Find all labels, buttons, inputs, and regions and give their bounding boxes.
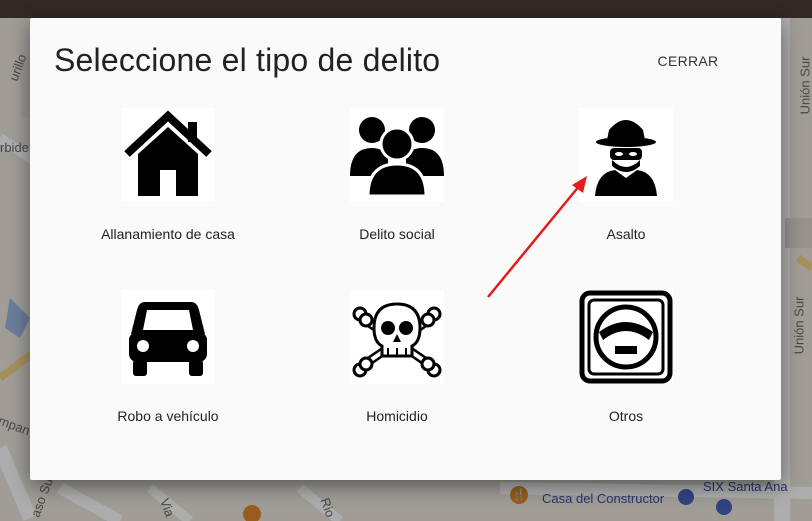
option-label: Delito social xyxy=(359,226,435,242)
option-label: Homicidio xyxy=(366,408,428,424)
option-delito-social[interactable]: Delito social xyxy=(283,108,511,258)
dialog-title: Seleccione el tipo de delito xyxy=(54,42,441,78)
close-button[interactable]: CERRAR xyxy=(642,50,734,72)
burglar-icon xyxy=(579,108,673,202)
face-icon xyxy=(579,290,673,384)
group-icon xyxy=(350,108,444,202)
option-homicidio[interactable]: Homicidio xyxy=(283,290,511,440)
skull-crossbones-icon xyxy=(350,290,444,384)
house-icon xyxy=(121,108,215,202)
option-asalto[interactable]: Asalto xyxy=(512,108,740,258)
option-label: Asalto xyxy=(606,226,646,242)
option-allanamiento-de-casa[interactable]: Allanamiento de casa xyxy=(54,108,282,258)
car-icon xyxy=(121,290,215,384)
option-label: Allanamiento de casa xyxy=(101,226,235,242)
crime-type-dialog: Seleccione el tipo de delito CERRAR Alla… xyxy=(30,18,781,480)
option-robo-a-vehiculo[interactable]: Robo a vehículo xyxy=(54,290,282,440)
option-otros[interactable]: Otros xyxy=(512,290,740,440)
option-label: Otros xyxy=(608,408,644,424)
option-label: Robo a vehículo xyxy=(117,408,219,424)
